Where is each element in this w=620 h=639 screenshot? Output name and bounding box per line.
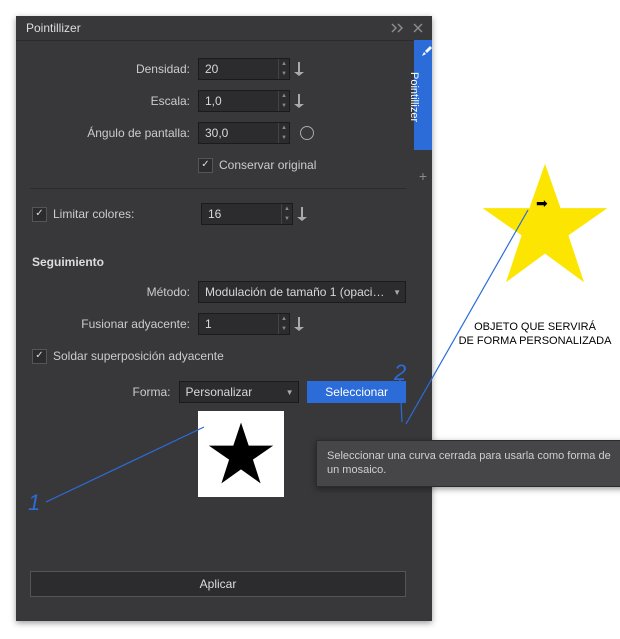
divider: [30, 188, 406, 189]
merge-spinner[interactable]: ▲▼: [278, 314, 289, 334]
brush-icon: [420, 46, 432, 61]
weld-label: Soldar superposición adyacente: [53, 349, 224, 363]
method-label: Método:: [30, 285, 198, 299]
scale-field[interactable]: [199, 94, 278, 108]
add-tab-icon[interactable]: +: [414, 166, 432, 186]
chevron-down-icon: ▼: [286, 388, 294, 397]
shape-dropdown[interactable]: Personalizar ▼: [179, 381, 299, 403]
tracking-section-title: Seguimiento: [32, 255, 406, 269]
method-dropdown[interactable]: Modulación de tamaño 1 (opacid… ▼: [198, 281, 406, 303]
scale-slider-icon[interactable]: [290, 94, 308, 108]
panel-body: Densidad: ▲▼ Escala: ▲▼ Ángulo de pantal…: [22, 46, 414, 615]
collapse-icon[interactable]: [390, 20, 406, 36]
density-slider-icon[interactable]: [290, 62, 308, 76]
density-label: Densidad:: [30, 62, 198, 76]
angle-label: Ángulo de pantalla:: [30, 126, 198, 140]
limit-colors-input[interactable]: ▲▼: [201, 203, 293, 225]
scale-spinner[interactable]: ▲▼: [278, 91, 289, 111]
preserve-original-label: Conservar original: [219, 158, 316, 172]
merge-input[interactable]: ▲▼: [198, 313, 290, 335]
method-value: Modulación de tamaño 1 (opacid…: [205, 285, 389, 299]
limit-colors-field[interactable]: [202, 207, 281, 221]
density-input[interactable]: ▲▼: [198, 58, 290, 80]
custom-shape-object: [480, 160, 610, 290]
panel-titlebar: Pointillizer: [16, 16, 432, 41]
density-field[interactable]: [199, 62, 278, 76]
scale-input[interactable]: ▲▼: [198, 90, 290, 112]
cursor-arrow-icon: ➡: [536, 195, 548, 212]
limit-colors-label: Limitar colores:: [53, 207, 191, 221]
tab-pointillizer[interactable]: Pointillizer: [414, 40, 432, 150]
limit-colors-slider-icon[interactable]: [293, 207, 311, 221]
limit-colors-spinner[interactable]: ▲▼: [281, 204, 292, 224]
shape-label: Forma:: [30, 385, 179, 399]
density-spinner[interactable]: ▲▼: [278, 59, 289, 79]
apply-button[interactable]: Aplicar: [30, 571, 406, 597]
select-shape-button[interactable]: Seleccionar: [307, 381, 406, 403]
angle-spinner[interactable]: ▲▼: [278, 123, 289, 143]
annotation-2: 2: [394, 360, 406, 386]
chevron-down-icon: ▼: [393, 288, 401, 297]
select-button-tooltip: Seleccionar una curva cerrada para usarl…: [316, 440, 620, 487]
close-icon[interactable]: [410, 20, 426, 36]
shape-value: Personalizar: [186, 385, 282, 399]
object-caption: OBJETO QUE SERVIRÁ DE FORMA PERSONALIZAD…: [450, 320, 620, 349]
weld-checkbox[interactable]: ✓: [32, 349, 47, 364]
angle-input[interactable]: ▲▼: [198, 122, 290, 144]
star-icon: [206, 419, 276, 489]
preserve-original-checkbox[interactable]: ✓: [198, 158, 213, 173]
angle-dial-icon[interactable]: [300, 126, 314, 140]
merge-slider-icon[interactable]: [290, 317, 308, 331]
angle-field[interactable]: [199, 126, 278, 140]
panel-title: Pointillizer: [26, 21, 81, 35]
pointillizer-panel: Pointillizer Pointillizer + Densidad: ▲▼: [16, 16, 432, 621]
annotation-1: 1: [28, 490, 40, 516]
shape-preview: [198, 411, 284, 497]
merge-label: Fusionar adyacente:: [30, 317, 198, 331]
merge-field[interactable]: [199, 317, 278, 331]
scale-label: Escala:: [30, 94, 198, 108]
limit-colors-checkbox[interactable]: ✓: [32, 207, 47, 222]
